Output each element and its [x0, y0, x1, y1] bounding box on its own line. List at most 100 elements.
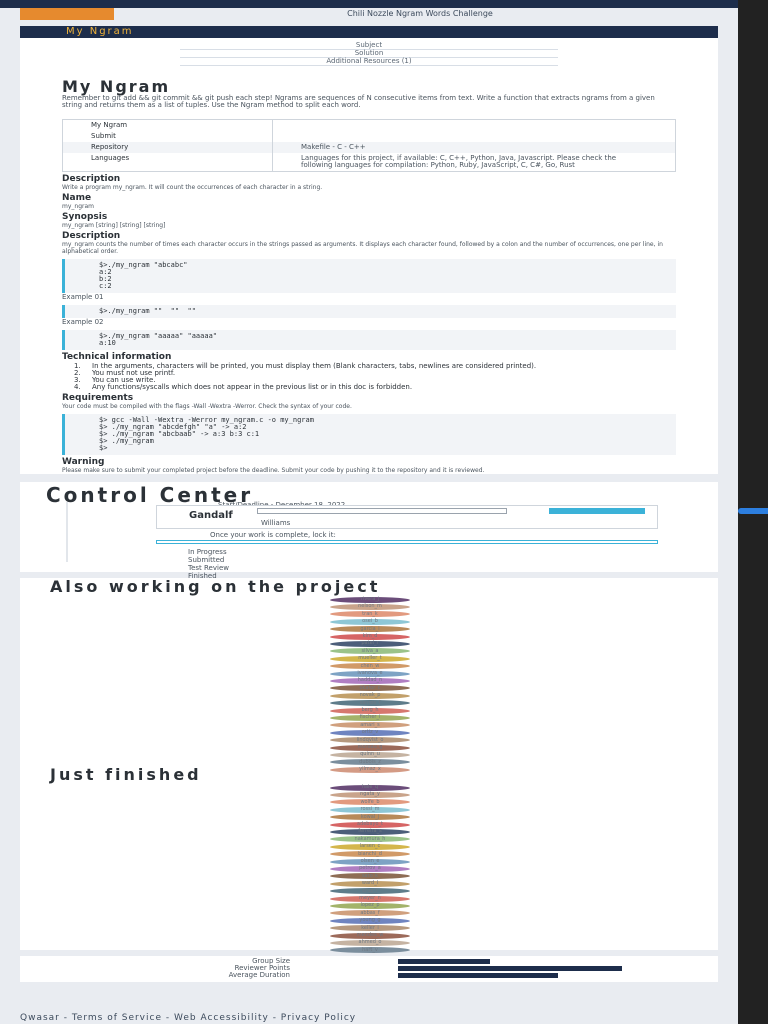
peer-avatar-row[interactable]: ahmed_o	[290, 939, 450, 946]
peer-avatar-row[interactable]: olsen_e	[290, 858, 450, 865]
page-container: Chili Nozzle Ngram Words Challenge My Ng…	[20, 6, 718, 982]
peer-avatar-row[interactable]: novak_p	[290, 692, 450, 699]
peer-avatar-row[interactable]: rivera_j	[290, 596, 450, 603]
peer-avatar-row[interactable]: kim_d	[290, 633, 450, 640]
summary-value	[398, 973, 558, 978]
peer-avatar-row[interactable]: mendes_w	[290, 932, 450, 939]
peer-avatar-row[interactable]: ortiz_v	[290, 729, 450, 736]
section-body: my_ngram	[62, 203, 94, 210]
scrollbar-thumb[interactable]	[738, 508, 768, 514]
peer-avatar-row[interactable]: chen_w	[290, 663, 450, 670]
peer-avatar-row[interactable]: young_g	[290, 917, 450, 924]
peer-name: ngata_y	[360, 791, 380, 798]
peer-avatar-row[interactable]: bianchi_d	[290, 851, 450, 858]
peer-avatar-row[interactable]: kowal_j	[290, 814, 450, 821]
peer-avatar-row[interactable]: lindqvist_o	[290, 737, 450, 744]
peer-name: mueller_t	[358, 655, 382, 662]
peer-name: larsen_c	[359, 843, 381, 850]
peer-avatar-row[interactable]: meyer_n	[290, 895, 450, 902]
site-footer[interactable]: Qwasar - Terms of Service - Web Accessib…	[20, 1014, 356, 1023]
peer-name: yilmaz_x	[359, 766, 381, 773]
peer-name: ivanova_e	[357, 670, 383, 676]
timeline-icon	[66, 502, 102, 562]
peer-avatar-row[interactable]: sato_k	[290, 873, 450, 880]
peer-name: hale_q	[361, 784, 379, 790]
peer-avatar-row[interactable]: okafor_c	[290, 685, 450, 692]
peer-avatar-row[interactable]: yilmaz_x	[290, 766, 450, 773]
peer-avatar-row[interactable]: larsen_c	[290, 843, 450, 850]
property-key: Languages	[63, 153, 273, 171]
peer-avatar-row[interactable]: tran_k	[290, 611, 450, 618]
peer-avatar-row[interactable]: ferreira_s	[290, 828, 450, 835]
peer-avatar-row[interactable]: mueller_t	[290, 655, 450, 662]
requirements-heading: Requirements	[62, 393, 134, 403]
property-value: Makefile - C - C++	[273, 142, 675, 153]
repository-input[interactable]	[257, 508, 507, 514]
subject-content: My Ngram Remember to git add && git comm…	[20, 66, 718, 474]
property-key: Submit	[63, 131, 273, 142]
peer-avatar-row[interactable]: petrov_a	[290, 865, 450, 872]
peer-avatar-row[interactable]: ngata_y	[290, 791, 450, 798]
peer-name: santos_f	[359, 699, 381, 706]
lock-note: Once your work is complete, lock it:	[210, 531, 336, 539]
peer-avatar-row[interactable]: haddad_n	[290, 677, 450, 684]
peer-avatar-row[interactable]: osei_b	[290, 618, 450, 625]
peer-avatar-row[interactable]: ward_l	[290, 880, 450, 887]
peer-avatar-row[interactable]: silva_a	[290, 648, 450, 655]
peer-name: ortiz_v	[361, 729, 379, 736]
peer-name: rossi_m	[360, 806, 380, 813]
compile-snippet: $> gcc -Wall -Wextra -Werror my_ngram.c …	[62, 414, 676, 455]
peer-name: nelson_m	[358, 603, 382, 610]
menu-button[interactable]	[20, 8, 114, 20]
peer-avatar-row[interactable]: nakamura_h	[290, 836, 450, 843]
technical-list: 1. In the arguments, characters will be p…	[62, 363, 676, 391]
peer-avatar-row[interactable]: keller_i	[290, 925, 450, 932]
example-code: $>./my_ngram "aaaaa" "aaaaa" a:10	[62, 330, 676, 350]
peer-name: silva_a	[361, 647, 379, 654]
peer-avatar-row[interactable]: amari_s	[290, 722, 450, 729]
peer-avatar-row[interactable]: berg_h	[290, 707, 450, 714]
section-body: Write a program my_ngram. It will count …	[62, 184, 323, 191]
delete-project-button[interactable]	[156, 540, 658, 544]
peer-avatar-row[interactable]: nelson_m	[290, 603, 450, 610]
peer-name: kowal_j	[360, 813, 380, 820]
requirements-body: Your code must be compiled with the flag…	[62, 403, 352, 410]
peer-avatar-row[interactable]: moreau_g	[290, 744, 450, 751]
status-step: In Progress	[188, 548, 227, 556]
summary-label: Average Duration	[228, 971, 290, 979]
peer-name: ahmed_o	[358, 939, 382, 946]
section-heading: Name	[62, 193, 92, 203]
peer-avatar-row[interactable]: cruz_r	[290, 888, 450, 895]
peer-avatar-row[interactable]: hart_v	[290, 947, 450, 954]
working-peers-title: Also working on the project	[50, 577, 381, 596]
peer-avatar-row[interactable]: abbas_f	[290, 910, 450, 917]
peer-avatar-row[interactable]: wolfe_b	[290, 799, 450, 806]
project-title-bar: My Ngram	[20, 26, 718, 38]
peer-name: nakamura_h	[354, 835, 386, 842]
peer-avatar-row[interactable]: santos_f	[290, 700, 450, 707]
list-item: 1. In the arguments, characters will be p…	[74, 362, 537, 370]
lock-button[interactable]	[549, 508, 645, 514]
property-key: My Ngram	[63, 120, 273, 131]
peer-avatar-row[interactable]: hale_q	[290, 784, 450, 791]
peer-avatar-row[interactable]: rossi_m	[290, 806, 450, 813]
peer-avatar-row[interactable]: ivanova_e	[290, 670, 450, 677]
peer-avatar-row[interactable]: patel_r	[290, 640, 450, 647]
tab-additional-resources[interactable]: Additional Resources (1)	[180, 58, 558, 66]
section-heading: Description	[62, 231, 121, 241]
list-item: 2. You must not use printf.	[74, 369, 176, 377]
peer-name: berg_h	[361, 707, 379, 713]
list-item: 4. Any functions/syscalls which does not …	[74, 383, 413, 391]
peer-name: sato_k	[361, 872, 379, 879]
peer-avatar-row[interactable]: adebayo_t	[290, 821, 450, 828]
peer-avatar-row[interactable]: lopez_p	[290, 902, 450, 909]
peer-name: hart_v	[362, 946, 378, 953]
peer-avatar-row[interactable]: garcia_l	[290, 626, 450, 633]
property-value: Languages for this project, if available…	[301, 154, 617, 169]
peer-name: patel_r	[361, 640, 379, 647]
peer-avatar-row[interactable]: dubois_z	[290, 759, 450, 766]
section-body: my_ngram counts the number of times each…	[62, 241, 663, 255]
peer-avatar-row[interactable]: quinn_u	[290, 751, 450, 758]
peer-avatar-row[interactable]: fischer_i	[290, 714, 450, 721]
technical-heading: Technical information	[62, 352, 172, 362]
